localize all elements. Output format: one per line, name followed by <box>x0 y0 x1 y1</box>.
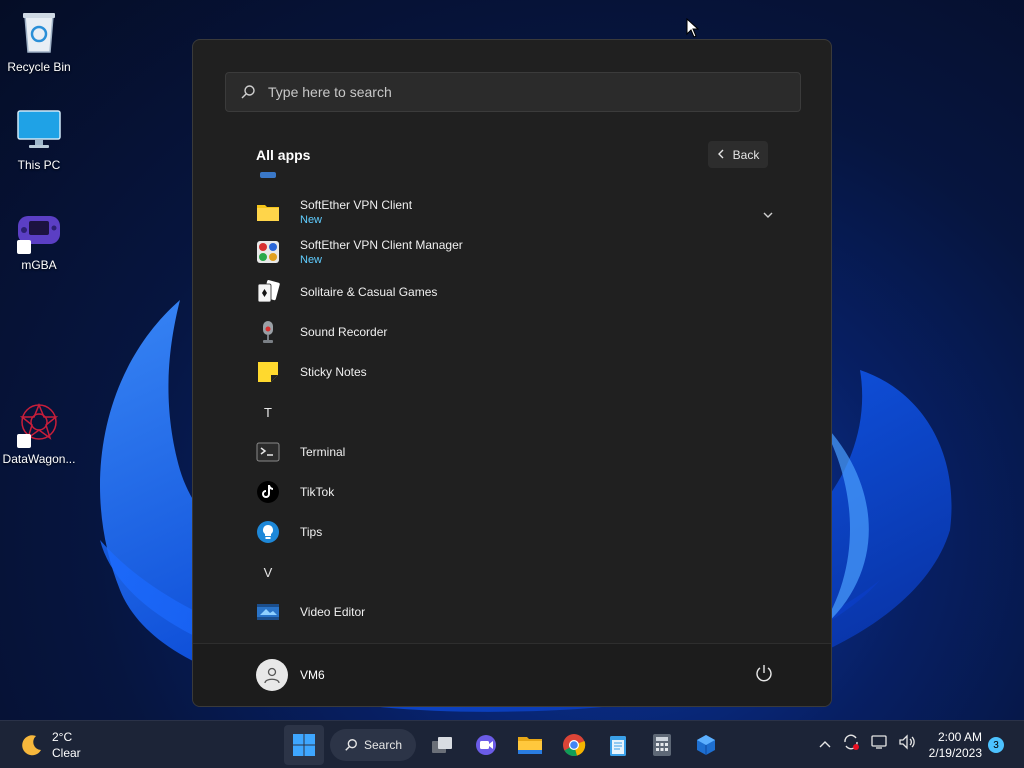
desktop-icon-label: DataWagon... <box>2 452 76 466</box>
list-item-terminal[interactable]: Terminal <box>256 432 776 472</box>
app-name: Video Editor <box>300 605 366 619</box>
desktop-icon-label: Recycle Bin <box>7 60 71 74</box>
weather-temp: 2°C <box>52 730 73 744</box>
recycle-bin-icon <box>15 8 63 56</box>
package-app-icon[interactable] <box>686 725 726 765</box>
system-tray <box>818 733 916 756</box>
moon-icon <box>20 733 44 757</box>
app-name: Sticky Notes <box>300 365 367 379</box>
letter-header-v[interactable]: V <box>256 552 776 592</box>
task-view-icon[interactable] <box>422 725 462 765</box>
list-item-sticky-notes[interactable]: Sticky Notes <box>256 352 776 392</box>
notepad-icon[interactable] <box>598 725 638 765</box>
notification-badge[interactable]: 3 <box>988 737 1004 753</box>
weather-widget[interactable]: 2°C Clear <box>20 729 81 761</box>
search-placeholder: Type here to search <box>268 84 392 100</box>
app-name: Solitaire & Casual Games <box>300 285 438 299</box>
start-menu-footer: VM6 <box>193 643 831 706</box>
chevron-up-icon[interactable] <box>818 736 832 754</box>
list-item-solitaire[interactable]: Solitaire & Casual Games <box>256 272 776 312</box>
chevron-down-icon[interactable] <box>763 206 773 224</box>
chevron-left-icon <box>717 148 725 162</box>
list-item-tiktok[interactable]: TikTok <box>256 472 776 512</box>
lightbulb-icon <box>256 520 280 544</box>
desktop-icon-this-pc[interactable]: This PC <box>0 106 78 172</box>
app-name: Tips <box>300 525 323 539</box>
desktop-icon-label: mGBA <box>21 258 57 272</box>
taskbar-search-button[interactable]: Search <box>330 729 416 761</box>
desktop-icon-mgba[interactable]: mGBA <box>0 206 78 272</box>
list-item-video-editor[interactable]: Video Editor <box>256 592 776 632</box>
mgba-icon <box>15 206 63 254</box>
back-button[interactable]: Back <box>708 141 768 168</box>
desktop-icon-recycle-bin[interactable]: Recycle Bin <box>0 8 78 74</box>
volume-icon[interactable] <box>898 734 916 755</box>
letter-header-t[interactable]: T <box>256 392 776 432</box>
microphone-icon <box>256 320 280 344</box>
network-icon[interactable] <box>870 734 888 755</box>
tiktok-icon <box>256 480 280 504</box>
weather-desc: Clear <box>52 746 81 760</box>
taskbar-search-label: Search <box>363 738 403 752</box>
user-account-button[interactable]: VM6 <box>256 659 325 691</box>
list-item-tips[interactable]: Tips <box>256 512 776 552</box>
desktop-icon-datawagon[interactable]: DataWagon... <box>0 400 78 466</box>
start-button[interactable] <box>284 725 324 765</box>
windows-logo-icon <box>293 734 315 756</box>
user-name: VM6 <box>300 668 325 682</box>
start-menu: Type here to search All apps Back SoftEt… <box>192 39 832 707</box>
clock[interactable]: 2:00 AM 2/19/2023 <box>924 729 982 761</box>
clock-date: 2/19/2023 <box>928 746 982 760</box>
shortcut-arrow-icon <box>17 434 31 448</box>
playing-cards-icon <box>256 280 280 304</box>
sync-icon[interactable] <box>842 733 860 756</box>
list-item-softether-vpn-client-manager[interactable]: SoftEther VPN Client Manager New <box>256 232 776 272</box>
file-explorer-icon[interactable] <box>510 725 550 765</box>
search-icon <box>344 738 358 752</box>
mouse-cursor-icon <box>686 18 700 38</box>
folder-icon <box>256 200 280 224</box>
back-label: Back <box>732 147 760 162</box>
sticky-note-icon <box>256 360 280 384</box>
letter-header-label: V <box>263 564 273 580</box>
letter-header-label: T <box>264 404 272 420</box>
monitor-icon <box>15 106 63 154</box>
chat-icon[interactable] <box>466 725 506 765</box>
chrome-icon[interactable] <box>554 725 594 765</box>
film-strip-icon <box>256 600 280 624</box>
shortcut-arrow-icon <box>17 240 31 254</box>
datawagon-icon <box>15 400 63 448</box>
softether-manager-icon <box>256 240 280 264</box>
app-icon <box>256 170 280 184</box>
calculator-icon[interactable] <box>642 725 682 765</box>
app-name: SoftEther VPN Client Manager <box>300 238 463 252</box>
desktop-icon-label: This PC <box>17 158 61 172</box>
clock-time: 2:00 AM <box>937 730 982 744</box>
search-icon <box>240 84 256 100</box>
start-search-input[interactable]: Type here to search <box>225 72 801 112</box>
power-icon[interactable] <box>755 664 773 687</box>
all-apps-list[interactable]: SoftEther VPN Client New SoftEther VPN C… <box>193 170 831 644</box>
new-badge: New <box>300 214 323 226</box>
app-name: Terminal <box>300 445 346 459</box>
app-name: SoftEther VPN Client <box>300 198 413 212</box>
list-item-softether-vpn-client[interactable]: SoftEther VPN Client New <box>256 192 776 232</box>
list-item-partial <box>256 170 776 192</box>
app-name: TikTok <box>300 485 335 499</box>
app-name: Sound Recorder <box>300 325 388 339</box>
new-badge: New <box>300 254 323 266</box>
avatar <box>256 659 288 691</box>
all-apps-title: All apps <box>256 147 311 163</box>
taskbar-apps: Search <box>284 725 726 765</box>
terminal-icon <box>256 440 280 464</box>
taskbar: 2°C Clear Search 2:00 AM 2/19/2023 3 <box>0 720 1024 768</box>
list-item-sound-recorder[interactable]: Sound Recorder <box>256 312 776 352</box>
